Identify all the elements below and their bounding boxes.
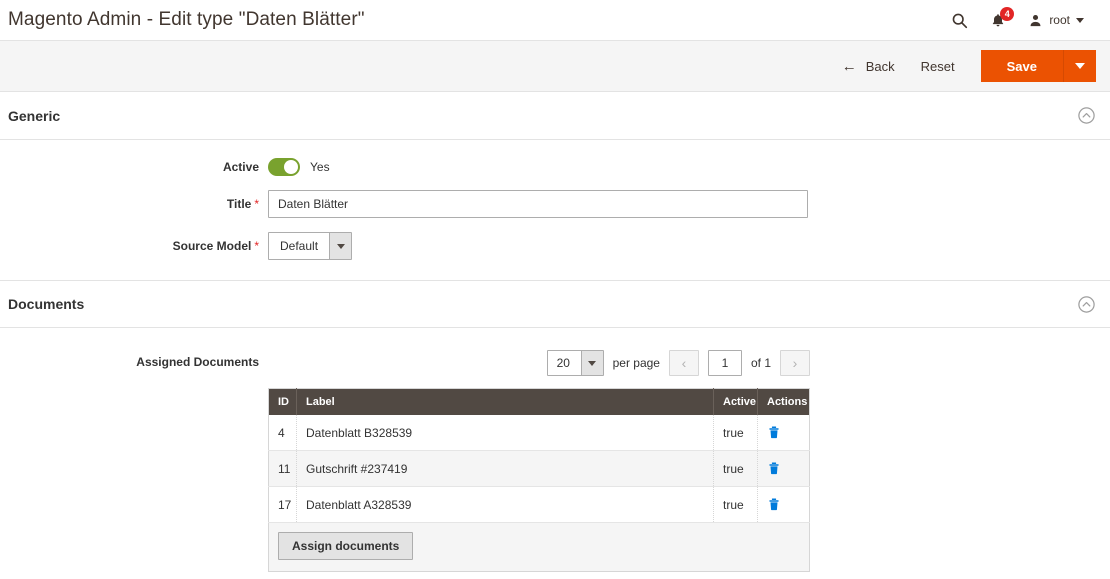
field-label-source-model: Source Model * [0, 239, 268, 253]
required-asterisk: * [254, 197, 259, 211]
field-label-title: Title * [0, 197, 268, 211]
table-row[interactable]: 11 Gutschrift #237419 true [268, 450, 810, 487]
field-control-title [268, 190, 808, 218]
user-menu[interactable]: root [1028, 13, 1084, 28]
cell-actions [757, 415, 810, 451]
title-input[interactable] [268, 190, 808, 218]
search-icon[interactable] [951, 12, 968, 29]
cell-id: 11 [268, 450, 297, 487]
field-label-title-text: Title [226, 197, 252, 211]
grid-pager: 20 per page ‹ of 1 › [268, 348, 810, 378]
user-icon [1028, 13, 1043, 28]
table-header: ID Label Active Actions [268, 388, 810, 415]
cell-active: true [713, 486, 758, 523]
chevron-down-icon [1075, 63, 1085, 69]
back-button-label: Back [865, 58, 895, 74]
chevron-up-circle-icon[interactable] [1077, 295, 1096, 314]
notifications-count-badge: 4 [1000, 6, 1015, 21]
chevron-down-icon [1076, 17, 1084, 23]
section-body-generic: Active Yes Title* Source Model* Default [0, 140, 1110, 280]
cell-label: Datenblatt A328539 [296, 486, 714, 523]
user-name-label: root [1049, 13, 1070, 27]
section-header-documents[interactable]: Documents [0, 280, 1110, 328]
source-model-select[interactable]: Default [268, 232, 353, 260]
field-label-active: Active [222, 160, 259, 174]
delete-row-button[interactable] [767, 461, 781, 476]
column-header-id[interactable]: ID [268, 388, 297, 415]
reset-button-label: Reset [920, 58, 955, 74]
cell-actions [757, 450, 810, 487]
cell-active: true [713, 450, 758, 487]
per-page-label: per page [612, 356, 660, 370]
field-label-source-model-text: Source Model [172, 239, 252, 253]
table-row[interactable]: 4 Datenblatt B328539 true [268, 415, 810, 451]
field-row-source-model: Source Model * Default [0, 232, 1110, 260]
assigned-documents-label: Assigned Documents [136, 355, 259, 369]
column-header-actions: Actions [757, 388, 810, 415]
page-title: Magento Admin - Edit type "Daten Blätter… [8, 9, 365, 30]
required-asterisk: * [254, 239, 259, 253]
pager-total-pages-label: of 1 [750, 356, 771, 370]
field-control-source-model: Default [268, 232, 353, 260]
grid-footer: Assign documents [268, 523, 810, 572]
chevron-down-icon [580, 351, 603, 375]
reset-button[interactable]: Reset [921, 59, 955, 74]
assign-documents-button[interactable]: Assign documents [278, 532, 414, 560]
field-control-active: Yes [268, 158, 330, 176]
trash-icon [769, 498, 779, 511]
notifications-bell-icon[interactable]: 4 [990, 6, 1015, 29]
save-button-group: Save [980, 50, 1096, 82]
assigned-documents-grid-wrapper: 20 per page ‹ of 1 › ID [268, 348, 810, 572]
delete-row-button[interactable] [767, 497, 781, 512]
field-row-title: Title * [0, 190, 1110, 218]
active-toggle-state-label: Yes [310, 160, 330, 174]
page-actions-toolbar: ← Back Reset Save [0, 40, 1110, 92]
arrow-left-icon: ← [841, 57, 857, 75]
column-header-label[interactable]: Label [296, 388, 714, 415]
chevron-left-icon: ‹ [681, 355, 687, 371]
field-row-active: Active Yes [0, 158, 1110, 176]
section-title-generic: Generic [8, 107, 61, 124]
chevron-down-icon [329, 233, 352, 259]
column-header-active[interactable]: Active [713, 388, 758, 415]
admin-header: Magento Admin - Edit type "Daten Blätter… [0, 0, 1110, 40]
assigned-documents-row: Assigned Documents 20 per page ‹ of 1 › [0, 348, 1110, 572]
back-button[interactable]: ← Back [842, 59, 895, 74]
header-actions: 4 root [951, 6, 1098, 29]
pager-page-input[interactable] [707, 350, 742, 376]
per-page-select-value: 20 [556, 356, 570, 370]
toggle-knob [284, 160, 298, 174]
table-header-row: ID Label Active Actions [268, 388, 810, 415]
chevron-up-circle-icon[interactable] [1077, 106, 1096, 125]
section-body-documents: Assigned Documents 20 per page ‹ of 1 › [0, 328, 1110, 579]
per-page-select[interactable]: 20 [546, 350, 604, 376]
source-model-select-value: Default [280, 239, 319, 253]
cell-id: 17 [268, 486, 297, 523]
pager-previous-button[interactable]: ‹ [668, 350, 699, 376]
table-body: 4 Datenblatt B328539 true 11 Gutschrift … [268, 415, 810, 523]
active-toggle[interactable] [268, 158, 300, 176]
pager-next-button[interactable]: › [780, 350, 810, 376]
delete-row-button[interactable] [767, 425, 781, 440]
save-button[interactable]: Save [980, 50, 1064, 82]
cell-actions [757, 486, 810, 523]
trash-icon [769, 462, 779, 475]
cell-label: Datenblatt B328539 [296, 415, 714, 451]
trash-icon [769, 426, 779, 439]
section-title-documents: Documents [8, 296, 85, 312]
table-row[interactable]: 17 Datenblatt A328539 true [268, 486, 810, 523]
cell-active: true [713, 415, 758, 451]
cell-id: 4 [268, 415, 297, 451]
chevron-right-icon: › [792, 355, 798, 371]
cell-label: Gutschrift #237419 [296, 450, 714, 487]
section-header-generic[interactable]: Generic [0, 92, 1110, 140]
assigned-documents-table: ID Label Active Actions 4 Datenblatt B32… [268, 388, 810, 523]
save-options-toggle[interactable] [1064, 50, 1096, 82]
